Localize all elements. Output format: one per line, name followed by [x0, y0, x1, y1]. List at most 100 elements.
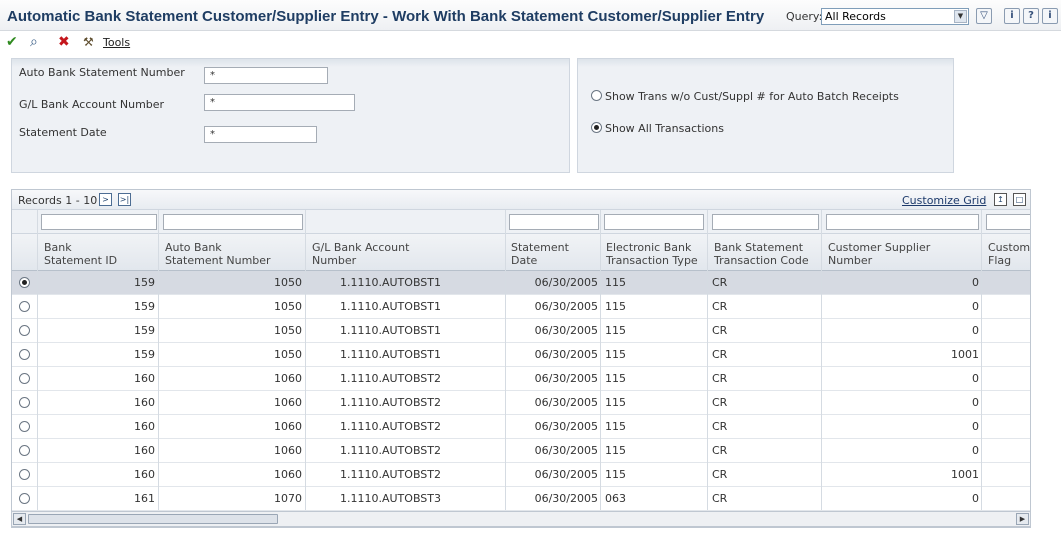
gl-bank-account-number-input[interactable]: *	[204, 94, 355, 111]
col-gl-bank-account-number[interactable]: G/L Bank Account Number	[312, 241, 409, 267]
cell-gl-bank-account-number: 1.1110.AUTOBST2	[340, 420, 441, 433]
cell-electronic-bank-transaction-type: 115	[605, 468, 626, 481]
cell-bank-statement-id: 159	[134, 300, 155, 313]
cell-customer-supplier-number: 0	[972, 324, 979, 337]
records-grid: Records 1 - 10 > >| Customize Grid ↥ □ B…	[11, 189, 1031, 528]
cell-auto-bank-statement-number: 1050	[274, 348, 302, 361]
cell-gl-bank-account-number: 1.1110.AUTOBST2	[340, 372, 441, 385]
qbe-statement-date[interactable]	[509, 214, 599, 230]
qbe-customer-supplier-number[interactable]	[826, 214, 979, 230]
statement-date-input[interactable]: *	[204, 126, 317, 143]
cell-electronic-bank-transaction-type: 115	[605, 276, 626, 289]
personalize-icon[interactable]: ▽	[976, 8, 992, 24]
cell-gl-bank-account-number: 1.1110.AUTOBST2	[340, 396, 441, 409]
qbe-bank-statement-transaction-code[interactable]	[712, 214, 819, 230]
scroll-left-icon[interactable]: ◀	[13, 513, 26, 525]
cell-gl-bank-account-number: 1.1110.AUTOBST3	[340, 492, 441, 505]
cell-auto-bank-statement-number: 1060	[274, 396, 302, 409]
table-row[interactable]: 160 1060 1.1110.AUTOBST2 06/30/2005 115 CR 0	[12, 439, 1030, 463]
scroll-right-icon[interactable]: ▶	[1016, 513, 1029, 525]
row-select-radio[interactable]	[19, 469, 30, 480]
query-value: All Records	[825, 10, 886, 23]
about-icon[interactable]: i	[1042, 8, 1058, 24]
horizontal-scrollbar[interactable]: ◀ ▶	[11, 511, 1031, 527]
cell-electronic-bank-transaction-type: 115	[605, 324, 626, 337]
row-select-radio[interactable]	[19, 493, 30, 504]
col-electronic-bank-transaction-type[interactable]: Electronic Bank Transaction Type	[606, 241, 698, 267]
table-row[interactable]: 160 1060 1.1110.AUTOBST2 06/30/2005 115 CR 100…	[12, 463, 1030, 487]
cell-auto-bank-statement-number: 1050	[274, 276, 302, 289]
last-page-icon[interactable]: >|	[118, 193, 131, 206]
qbe-customer-flag[interactable]	[986, 214, 1030, 230]
help-icon[interactable]: ?	[1023, 8, 1039, 24]
table-row[interactable]: 159 1050 1.1110.AUTOBST1 06/30/2005 115 CR 0	[12, 295, 1030, 319]
select-check-icon[interactable]: ✔	[6, 34, 18, 50]
export-icon[interactable]: ↥	[994, 193, 1007, 206]
table-row[interactable]: 160 1060 1.1110.AUTOBST2 06/30/2005 115 CR 0	[12, 415, 1030, 439]
show-all-transactions-radio[interactable]	[591, 122, 602, 133]
qbe-auto-bank-statement-number[interactable]	[163, 214, 303, 230]
table-row[interactable]: 159 1050 1.1110.AUTOBST1 06/30/2005 115 CR 100…	[12, 343, 1030, 367]
cell-statement-date: 06/30/2005	[534, 396, 598, 409]
maximize-grid-icon[interactable]: □	[1013, 193, 1026, 206]
close-icon[interactable]: ✖	[58, 34, 70, 50]
row-select-radio[interactable]	[19, 373, 30, 384]
cell-gl-bank-account-number: 1.1110.AUTOBST1	[340, 324, 441, 337]
cell-auto-bank-statement-number: 1060	[274, 468, 302, 481]
col-bank-statement-id[interactable]: Bank Statement ID	[44, 241, 117, 267]
next-page-icon[interactable]: >	[99, 193, 112, 206]
table-row[interactable]: 159 1050 1.1110.AUTOBST1 06/30/2005 115 CR 0	[12, 271, 1030, 295]
query-select[interactable]: All Records ▼	[821, 8, 969, 25]
cell-electronic-bank-transaction-type: 115	[605, 348, 626, 361]
title-bar: Automatic Bank Statement Customer/Suppli…	[0, 0, 1061, 31]
table-row[interactable]: 159 1050 1.1110.AUTOBST1 06/30/2005 115 CR 0	[12, 319, 1030, 343]
auto-bank-statement-number-input[interactable]: *	[204, 67, 328, 84]
tools-icon[interactable]: ⚒	[83, 34, 94, 50]
cell-customer-supplier-number: 0	[972, 444, 979, 457]
cell-bank-statement-id: 160	[134, 444, 155, 457]
qbe-electronic-bank-transaction-type[interactable]	[604, 214, 704, 230]
cell-electronic-bank-transaction-type: 115	[605, 396, 626, 409]
row-select-radio[interactable]	[19, 301, 30, 312]
row-select-radio[interactable]	[19, 445, 30, 456]
col-bank-statement-transaction-code[interactable]: Bank Statement Transaction Code	[714, 241, 809, 267]
show-trans-without-cust-label: Show Trans w/o Cust/Suppl # for Auto Bat…	[605, 90, 899, 103]
table-row[interactable]: 161 1070 1.1110.AUTOBST3 06/30/2005 063 CR 0	[12, 487, 1030, 511]
cell-auto-bank-statement-number: 1060	[274, 420, 302, 433]
qbe-bank-statement-id[interactable]	[41, 214, 157, 230]
table-row[interactable]: 160 1060 1.1110.AUTOBST2 06/30/2005 115 CR 0	[12, 391, 1030, 415]
cell-gl-bank-account-number: 1.1110.AUTOBST1	[340, 300, 441, 313]
cell-gl-bank-account-number: 1.1110.AUTOBST2	[340, 468, 441, 481]
col-auto-bank-statement-number[interactable]: Auto Bank Statement Number	[165, 241, 271, 267]
row-select-radio[interactable]	[19, 421, 30, 432]
find-icon[interactable]: ⌕	[30, 34, 38, 50]
cell-statement-date: 06/30/2005	[534, 276, 598, 289]
show-trans-without-cust-radio[interactable]	[591, 90, 602, 101]
cell-bank-statement-transaction-code: CR	[712, 468, 728, 481]
show-all-transactions-label: Show All Transactions	[605, 122, 724, 135]
table-row[interactable]: 160 1060 1.1110.AUTOBST2 06/30/2005 115 CR 0	[12, 367, 1030, 391]
cell-customer-supplier-number: 0	[972, 420, 979, 433]
page-title: Automatic Bank Statement Customer/Suppli…	[7, 8, 765, 25]
row-select-radio[interactable]	[19, 349, 30, 360]
cell-bank-statement-transaction-code: CR	[712, 300, 728, 313]
cell-auto-bank-statement-number: 1070	[274, 492, 302, 505]
cell-bank-statement-transaction-code: CR	[712, 348, 728, 361]
col-customer-supplier-number[interactable]: Customer Supplier Number	[828, 241, 930, 267]
records-label: Records 1 - 10	[18, 194, 98, 207]
cell-bank-statement-transaction-code: CR	[712, 324, 728, 337]
customize-grid-link[interactable]: Customize Grid	[902, 194, 986, 207]
cell-statement-date: 06/30/2005	[534, 444, 598, 457]
info-icon[interactable]: i	[1004, 8, 1020, 24]
tools-menu[interactable]: Tools	[103, 36, 130, 49]
row-select-radio[interactable]	[19, 325, 30, 336]
chevron-down-icon[interactable]: ▼	[954, 10, 967, 23]
cell-statement-date: 06/30/2005	[534, 492, 598, 505]
col-customer-flag[interactable]: CustomerFlag	[988, 241, 1030, 267]
grid-header: Bank Statement ID Auto Bank Statement Numb…	[12, 234, 1030, 271]
col-statement-date[interactable]: Statement Date	[511, 241, 569, 267]
row-select-radio[interactable]	[19, 277, 30, 288]
cell-customer-supplier-number: 0	[972, 396, 979, 409]
scroll-thumb[interactable]	[28, 514, 278, 524]
row-select-radio[interactable]	[19, 397, 30, 408]
